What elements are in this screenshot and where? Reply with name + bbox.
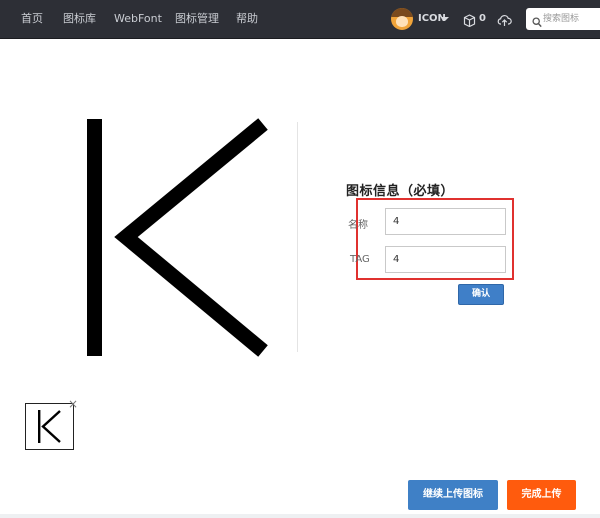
nav-item-webfont[interactable]: WebFont [114,0,162,38]
search-input[interactable] [543,10,600,28]
continue-upload-button[interactable]: 继续上传图标 [408,480,498,510]
preview-k-stem [87,119,102,356]
nav-item-icon-management[interactable]: 图标管理 [175,0,219,38]
preview-k-chevron [114,118,268,357]
preview-divider [297,122,298,352]
cart-icon[interactable] [463,12,476,31]
name-label: 名称 [348,220,368,231]
close-icon[interactable]: × [66,397,80,411]
chevron-down-icon[interactable] [441,17,449,21]
finish-upload-button[interactable]: 完成上传 [507,480,576,510]
form-title: 图标信息（必填） [346,184,455,199]
page-bottom-border [0,514,600,518]
nav-item-home[interactable]: 首页 [21,0,43,38]
nav-item-help[interactable]: 帮助 [236,0,258,38]
confirm-button[interactable]: 确认 [458,284,504,305]
search-box[interactable] [526,8,600,30]
top-nav-bar: 首页 图标库 WebFont 图标管理 帮助 ICON 0 [0,0,600,39]
name-input[interactable] [385,208,506,235]
nav-item-icon-library[interactable]: 图标库 [63,0,96,38]
cart-count[interactable]: 0 [479,0,486,38]
tag-input[interactable] [385,246,506,273]
upload-cloud-icon[interactable] [497,12,512,31]
search-icon[interactable] [532,13,542,32]
tag-label: TAG [350,254,370,265]
icon-preview-k [87,118,268,357]
avatar[interactable] [391,8,413,30]
